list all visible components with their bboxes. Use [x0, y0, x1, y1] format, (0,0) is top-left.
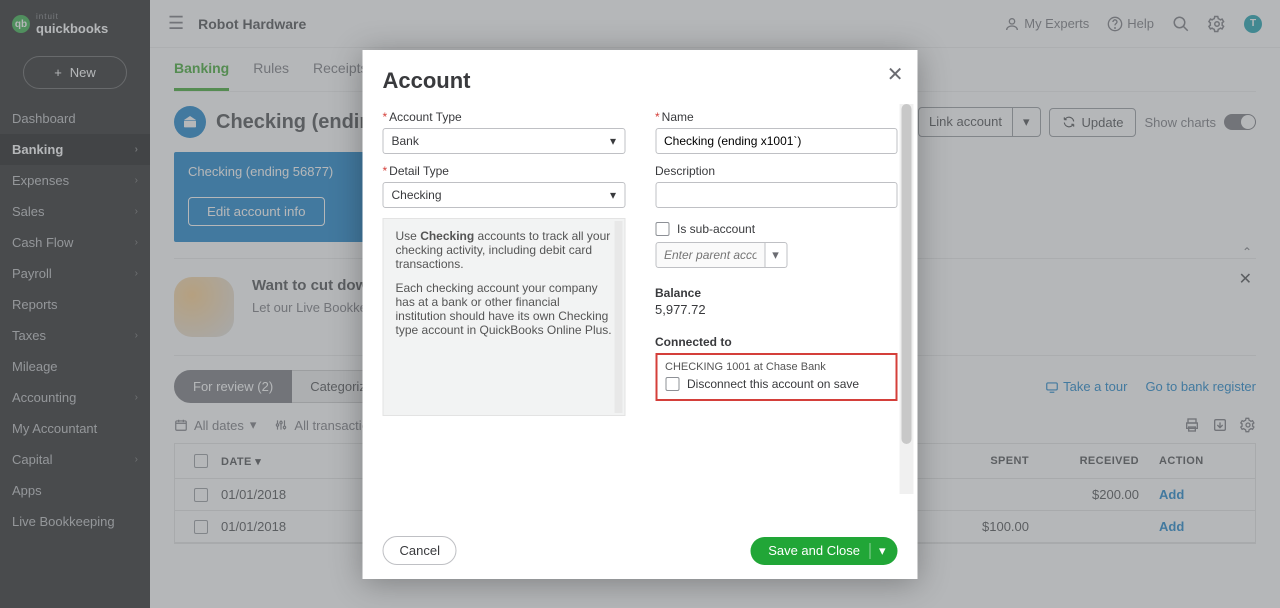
account-type-value: Bank	[392, 134, 419, 148]
detail-type-help: Use Checking accounts to track all your …	[383, 218, 626, 416]
description-input[interactable]	[655, 182, 898, 208]
description-label: Description	[655, 164, 898, 178]
modal-title: Account	[383, 68, 898, 94]
sub-account-checkbox[interactable]	[655, 222, 669, 236]
account-modal: ✕ Account Account Type Bank ▾ Detail Typ…	[363, 50, 918, 579]
save-close-button[interactable]: Save and Close ▾	[750, 537, 897, 565]
cancel-button[interactable]: Cancel	[383, 536, 457, 565]
name-input[interactable]	[655, 128, 898, 154]
detail-type-select[interactable]: Checking ▾	[383, 182, 626, 208]
chevron-down-icon: ▾	[610, 134, 616, 148]
detail-type-label: Detail Type	[383, 164, 626, 178]
balance-label: Balance	[655, 286, 898, 300]
help-scrollbar[interactable]	[614, 221, 622, 413]
chevron-down-icon[interactable]: ▾	[870, 543, 886, 559]
sub-account-label: Is sub-account	[677, 222, 755, 236]
balance-value: 5,977.72	[655, 302, 898, 317]
name-label: Name	[655, 110, 898, 124]
modal-scrollbar[interactable]	[900, 104, 914, 494]
parent-account-input[interactable]	[655, 242, 765, 268]
disconnect-checkbox[interactable]	[665, 377, 679, 391]
connected-account: CHECKING 1001 at Chase Bank	[665, 361, 888, 373]
chevron-down-icon: ▾	[610, 188, 616, 202]
account-type-label: Account Type	[383, 110, 626, 124]
detail-type-value: Checking	[392, 188, 442, 202]
connected-to-box: CHECKING 1001 at Chase Bank Disconnect t…	[655, 353, 898, 401]
account-type-select[interactable]: Bank ▾	[383, 128, 626, 154]
disconnect-label: Disconnect this account on save	[687, 377, 859, 391]
save-label: Save and Close	[768, 543, 860, 558]
parent-account-dropdown[interactable]: ▾	[765, 242, 787, 268]
connected-to-label: Connected to	[655, 335, 898, 349]
close-icon[interactable]: ✕	[887, 62, 904, 87]
